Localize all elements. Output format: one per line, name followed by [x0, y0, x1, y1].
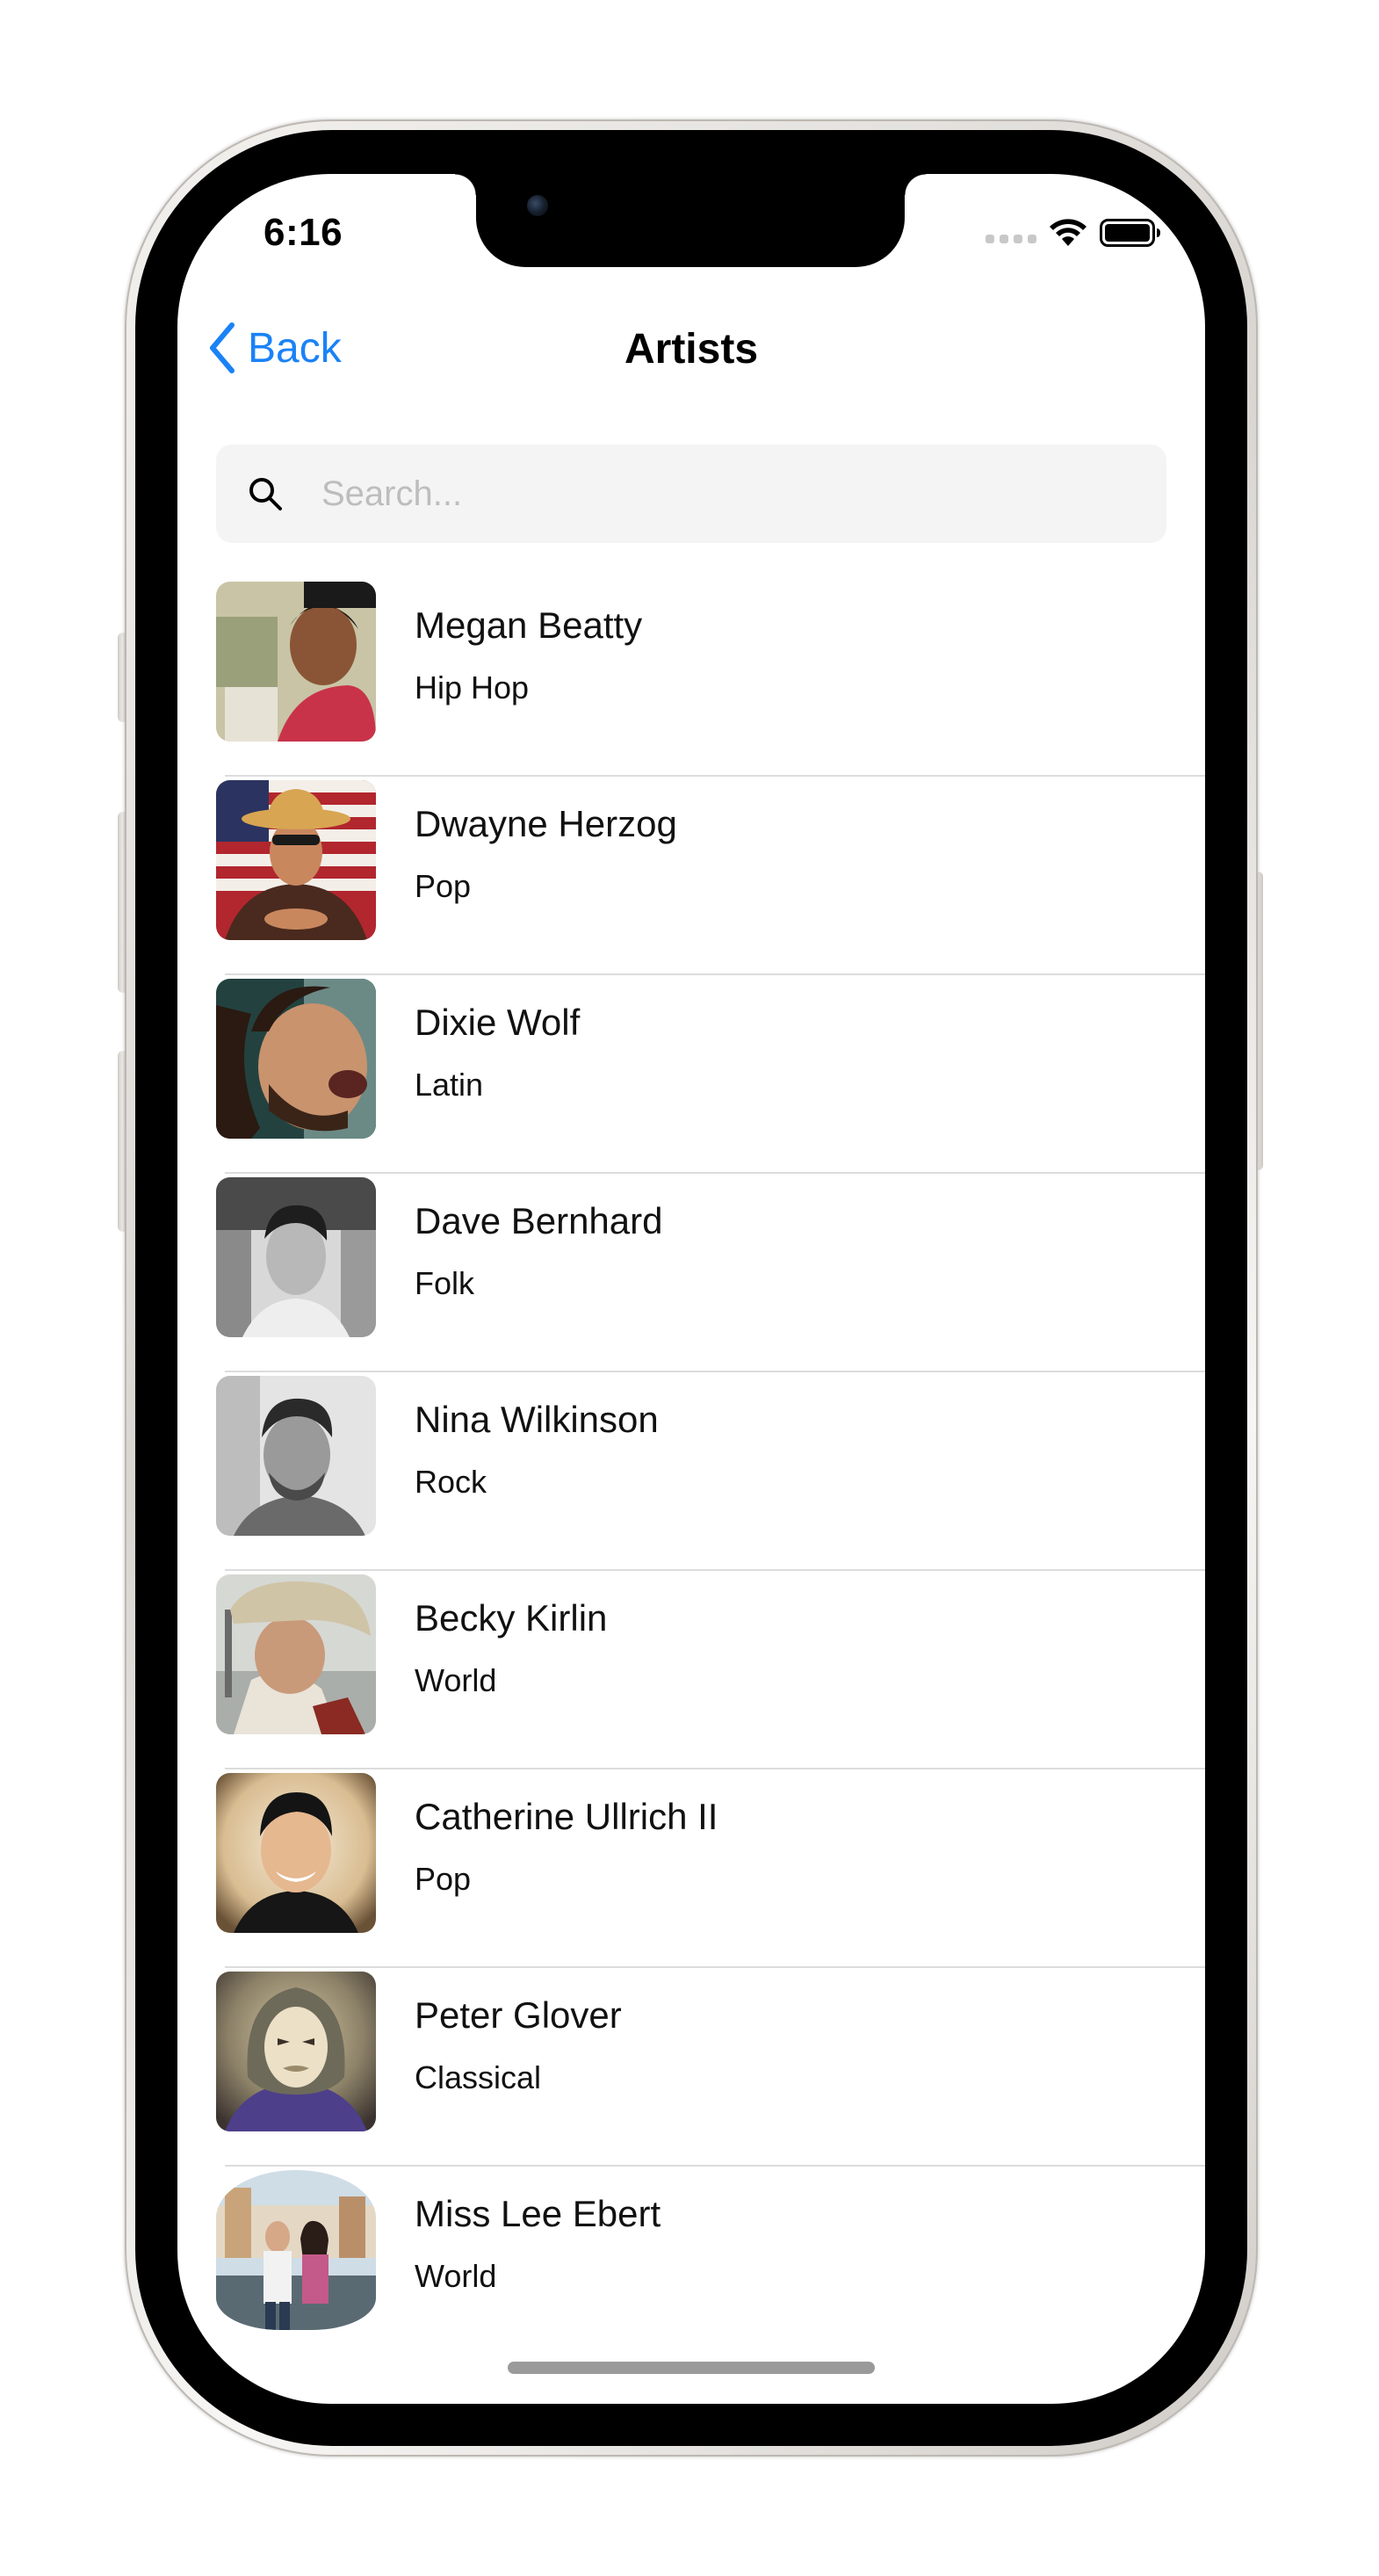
- app-screen: 6:16 Back Artists Search... Megan Beatty…: [177, 174, 1205, 2404]
- home-indicator[interactable]: [508, 2362, 875, 2374]
- artist-genre: World: [415, 2258, 497, 2294]
- artist-name: Megan Beatty: [415, 604, 643, 646]
- artist-genre: World: [415, 1662, 497, 1698]
- artist-genre: Folk: [415, 1265, 475, 1301]
- search-icon: [249, 478, 282, 510]
- avatar: [216, 1177, 376, 1337]
- artist-name: Nina Wilkinson: [415, 1399, 659, 1440]
- cellular-signal-icon: [986, 222, 1036, 243]
- status-time: 6:16: [264, 211, 343, 254]
- notch: [455, 174, 926, 267]
- list-item[interactable]: Dixie Wolf Latin: [177, 975, 1205, 1174]
- search-input[interactable]: [320, 473, 1079, 515]
- artist-name: Catherine Ullrich II: [415, 1796, 718, 1837]
- artist-name: Peter Glover: [415, 1994, 622, 2036]
- list-item[interactable]: Catherine Ullrich II Pop: [177, 1769, 1205, 1968]
- artist-genre: Rock: [415, 1464, 487, 1500]
- list-item[interactable]: Becky Kirlin World: [177, 1571, 1205, 1769]
- avatar: [216, 1972, 376, 2131]
- artist-genre: Classical: [415, 2059, 542, 2095]
- battery-icon: [1100, 219, 1160, 247]
- list-item[interactable]: Megan Beatty Hip Hop: [177, 578, 1205, 777]
- artist-genre: Hip Hop: [415, 669, 530, 706]
- device-mockup: 6:16 Back Artists Search... Megan Beatty…: [0, 0, 1379, 2576]
- artist-name: Dave Bernhard: [415, 1200, 663, 1241]
- avatar: [216, 1773, 376, 1933]
- artist-genre: Latin: [415, 1067, 484, 1103]
- list-item[interactable]: Peter Glover Classical: [177, 1968, 1205, 2167]
- artist-genre: Pop: [415, 868, 472, 904]
- artist-genre: Pop: [415, 1861, 472, 1897]
- artist-name: Dixie Wolf: [415, 1002, 581, 1043]
- avatar: [216, 780, 376, 940]
- artist-name: Dwayne Herzog: [415, 803, 677, 844]
- avatar: [216, 979, 376, 1139]
- avatar: [216, 2170, 376, 2330]
- wifi-icon: [1050, 219, 1087, 246]
- list-item[interactable]: Dave Bernhard Folk: [177, 1174, 1205, 1372]
- avatar: [216, 1574, 376, 1734]
- search-bar[interactable]: [216, 445, 1166, 543]
- front-camera: [527, 195, 548, 216]
- avatar: [216, 1376, 376, 1536]
- list-item[interactable]: Dwayne Herzog Pop: [177, 777, 1205, 975]
- page-title: Artists: [624, 326, 759, 373]
- artist-name: Becky Kirlin: [415, 1597, 608, 1639]
- artist-name: Miss Lee Ebert: [415, 2193, 661, 2234]
- avatar: [216, 582, 376, 742]
- status-icons: [986, 218, 1161, 248]
- list-item[interactable]: Nina Wilkinson Rock: [177, 1372, 1205, 1571]
- artist-list: Megan Beatty Hip Hop Dwayne Herzog Pop D…: [177, 578, 1205, 2365]
- list-item[interactable]: Miss Lee Ebert World: [177, 2167, 1205, 2365]
